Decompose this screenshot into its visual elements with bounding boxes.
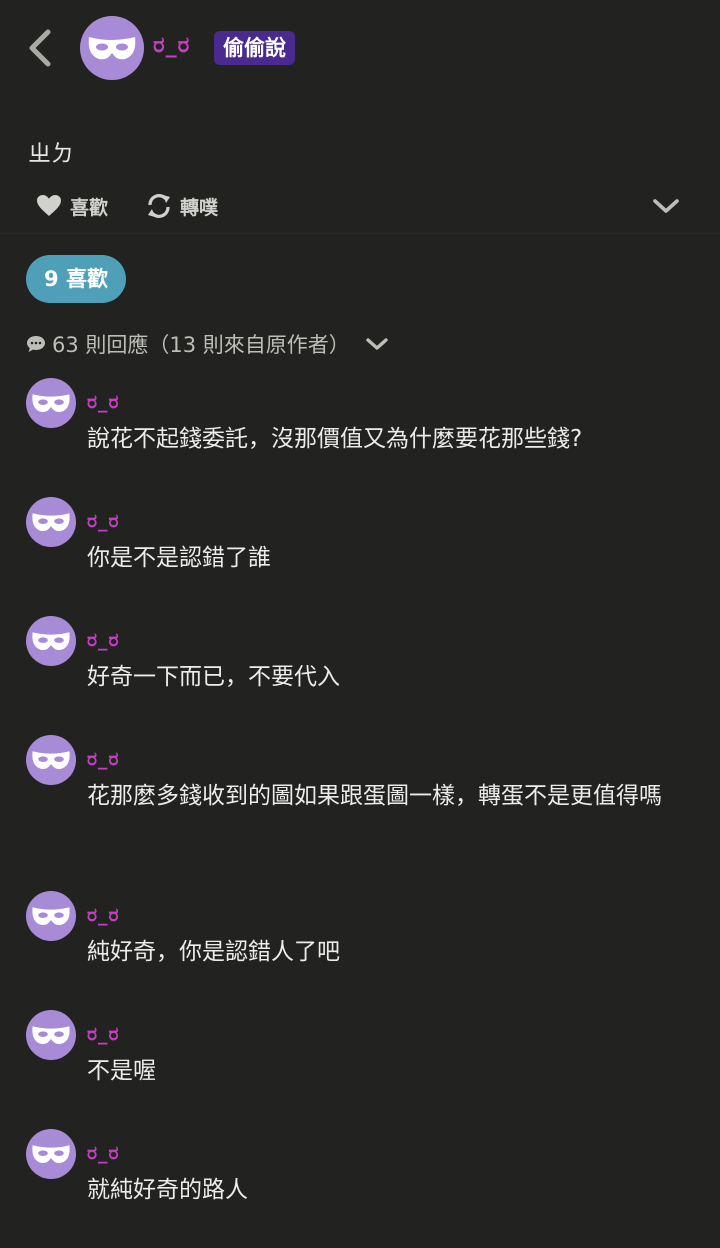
avatar[interactable] xyxy=(26,616,76,666)
mask-icon xyxy=(32,632,70,651)
comment-username[interactable]: ರ_ರ xyxy=(87,891,720,930)
likes-count-button[interactable]: 9 喜歡 xyxy=(26,255,126,303)
comment-item: ರ_ರ 說花不起錢委託，沒那價值又為什麼要花那些錢? xyxy=(0,378,720,482)
like-button[interactable]: 喜歡 xyxy=(36,186,108,226)
post-header: ರ_ರ 偷偷說 xyxy=(0,0,720,96)
repost-button[interactable]: 轉噗 xyxy=(146,186,218,226)
back-button[interactable] xyxy=(22,26,62,70)
mask-icon xyxy=(32,394,70,413)
comment-text: 說花不起錢委託，沒那價值又為什麼要花那些錢? xyxy=(87,426,583,452)
heart-icon xyxy=(37,195,61,216)
comment-item: ರ_ರ 純好奇，你是認錯人了吧 xyxy=(0,891,720,995)
comment-username[interactable]: ರ_ರ xyxy=(87,616,720,655)
comment-item: ರ_ರ 你是不是認錯了誰 xyxy=(0,497,720,601)
avatar[interactable] xyxy=(26,891,76,941)
comment-item: ರ_ರ 好奇一下而已，不要代入 xyxy=(0,616,720,720)
avatar[interactable] xyxy=(26,1129,76,1179)
mask-icon xyxy=(88,37,136,60)
comment-item: ರ_ರ 不是喔 xyxy=(0,1010,720,1114)
comment-username[interactable]: ರ_ರ xyxy=(87,497,720,536)
avatar[interactable] xyxy=(80,16,144,80)
replies-summary-text: 63 則回應（13 則來自原作者） xyxy=(52,333,350,357)
mask-icon xyxy=(32,907,70,926)
avatar[interactable] xyxy=(26,1010,76,1060)
post-username[interactable]: ರ_ರ xyxy=(153,33,190,58)
post-actions: 喜歡 轉噗 xyxy=(0,186,720,226)
comment-username[interactable]: ರ_ರ xyxy=(87,378,720,417)
qualifier-tag: 偷偷說 xyxy=(214,31,295,65)
comment-text: 好奇一下而已，不要代入 xyxy=(87,664,340,690)
post-content: ㄓㄉ xyxy=(28,141,74,167)
comment-username[interactable]: ರ_ರ xyxy=(87,735,720,774)
comment-text: 你是不是認錯了誰 xyxy=(87,545,271,571)
mask-icon xyxy=(32,1145,70,1164)
divider xyxy=(0,233,720,234)
comment-text: 不是喔 xyxy=(87,1058,156,1084)
repost-label: 轉噗 xyxy=(180,196,219,219)
like-label: 喜歡 xyxy=(70,196,109,219)
speech-bubble-icon xyxy=(27,336,45,352)
avatar[interactable] xyxy=(26,735,76,785)
mask-icon xyxy=(32,751,70,770)
comment-text: 花那麼多錢收到的圖如果跟蛋圖一樣，轉蛋不是更值得嗎 xyxy=(87,783,662,809)
chevron-down-icon xyxy=(366,338,388,350)
comment-text: 純好奇，你是認錯人了吧 xyxy=(87,939,340,965)
mask-icon xyxy=(32,1026,70,1045)
comment-username[interactable]: ರ_ರ xyxy=(87,1129,720,1168)
comment-item: ರ_ರ 就純好奇的路人 xyxy=(0,1129,720,1233)
chevron-down-icon xyxy=(653,199,679,213)
mask-icon xyxy=(32,513,70,532)
comment-username[interactable]: ರ_ರ xyxy=(87,1010,720,1049)
comment-text: 就純好奇的路人 xyxy=(87,1177,248,1203)
replies-toggle[interactable]: 63 則回應（13 則來自原作者） xyxy=(26,328,390,360)
more-options-button[interactable] xyxy=(650,190,682,222)
avatar[interactable] xyxy=(26,497,76,547)
comment-item: ರ_ರ 花那麼多錢收到的圖如果跟蛋圖一樣，轉蛋不是更值得嗎 xyxy=(0,735,720,876)
chevron-left-icon xyxy=(29,29,51,67)
avatar[interactable] xyxy=(26,378,76,428)
comment-list: ರ_ರ 說花不起錢委託，沒那價值又為什麼要花那些錢? ರ_ರ 你是不是認錯了誰 … xyxy=(0,378,720,1248)
repost-icon xyxy=(148,194,170,218)
